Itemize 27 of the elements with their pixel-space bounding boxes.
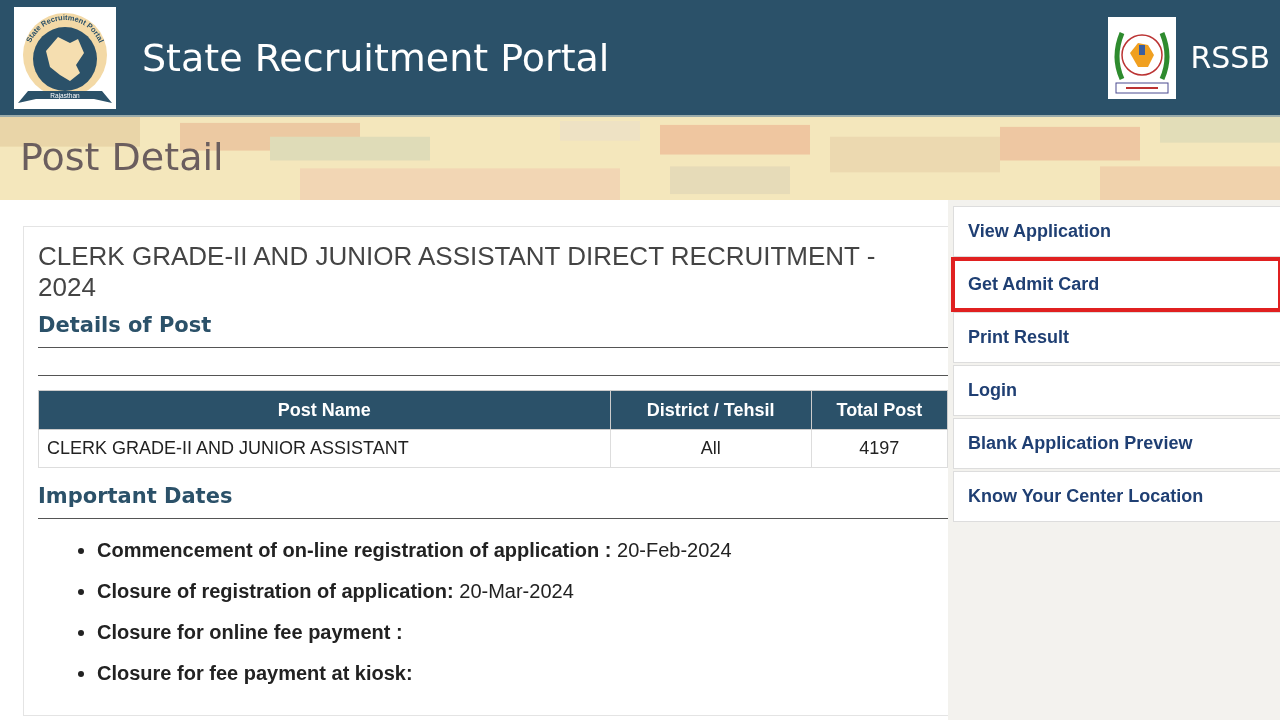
sidebar-link[interactable]: Print Result xyxy=(953,312,1280,363)
sidebar-link[interactable]: View Application xyxy=(953,206,1280,257)
section-heading: Details of Post xyxy=(38,313,213,337)
emblem-logo-icon xyxy=(1108,16,1177,99)
table-cell: CLERK GRADE-II AND JUNIOR ASSISTANT xyxy=(38,429,611,468)
column-header: District / Tehsil xyxy=(610,390,812,430)
date-item: Commencement of on-line registration of application : 20-Feb-2024 xyxy=(97,539,732,562)
bullet-icon xyxy=(78,629,84,636)
bullet-icon xyxy=(78,547,84,554)
bullet-icon xyxy=(78,588,84,595)
column-header: Post Name xyxy=(38,390,611,430)
section-heading: Important Dates xyxy=(38,484,234,508)
table-cell: 4197 xyxy=(811,429,948,468)
post-title: CLERK GRADE-II AND JUNIOR ASSISTANT DIRECT RECRUITMENT - 2024 xyxy=(38,241,877,303)
sidebar-link[interactable]: Login xyxy=(953,365,1280,416)
sidebar-link[interactable]: Know Your Center Location xyxy=(953,471,1280,522)
date-item: Closure for online fee payment : xyxy=(97,621,403,644)
sidebar-link[interactable]: Get Admit Card xyxy=(953,259,1280,310)
bullet-icon xyxy=(78,670,84,677)
date-item: Closure for fee payment at kiosk: xyxy=(97,662,413,685)
column-header: Total Post xyxy=(811,390,948,430)
org-name: RSSB xyxy=(1190,40,1270,75)
table-cell: All xyxy=(610,429,812,468)
site-title: State Recruitment Portal xyxy=(142,35,610,80)
page-title: Post Detail xyxy=(19,134,224,179)
date-item: Closure of registration of application: 20-Mar-2024 xyxy=(97,580,574,603)
sidebar-link[interactable]: Blank Application Preview xyxy=(953,418,1280,469)
